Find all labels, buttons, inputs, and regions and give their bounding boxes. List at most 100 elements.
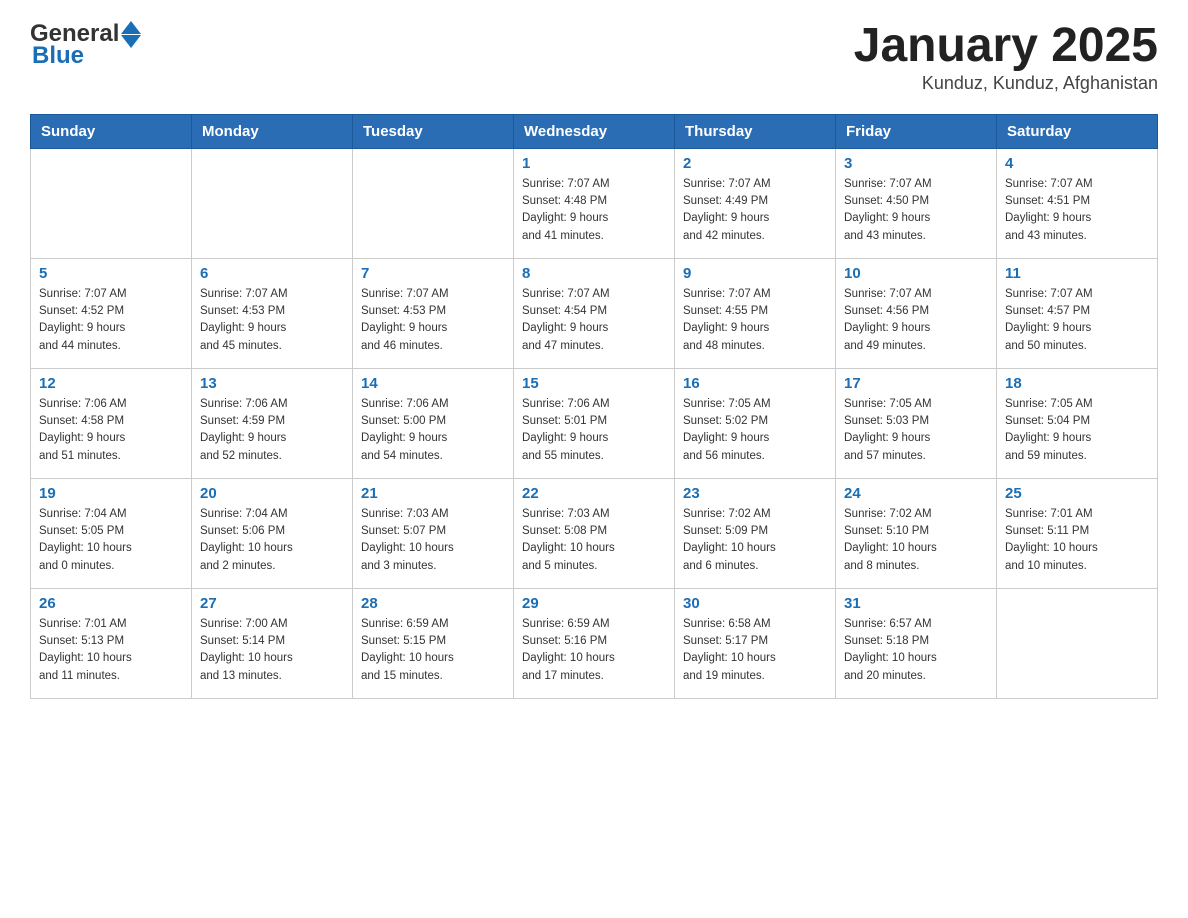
table-row: 3 Sunrise: 7:07 AM Sunset: 4:50 PM Daylig… (836, 148, 997, 258)
cell-date: 18 (1005, 375, 1149, 392)
day-header-monday: Monday (192, 114, 353, 148)
cell-date: 15 (522, 375, 666, 392)
cell-info: Sunrise: 7:07 AM Sunset: 4:49 PM Dayligh… (683, 176, 827, 245)
cell-date: 22 (522, 485, 666, 502)
cell-date: 11 (1005, 265, 1149, 282)
calendar-week-row: 19Sunrise: 7:04 AM Sunset: 5:05 PM Dayli… (31, 478, 1158, 588)
cell-info: Sunrise: 6:58 AM Sunset: 5:17 PM Dayligh… (683, 616, 827, 685)
cell-date: 3 (844, 155, 988, 172)
cell-date: 26 (39, 595, 183, 612)
table-row: 11 Sunrise: 7:07 AM Sunset: 4:57 PM Dayli… (997, 258, 1158, 368)
cell-info: Sunrise: 7:07 AM Sunset: 4:55 PM Dayligh… (683, 286, 827, 355)
cell-info: Sunrise: 7:07 AM Sunset: 4:53 PM Dayligh… (200, 286, 344, 355)
cell-date: 31 (844, 595, 988, 612)
day-header-wednesday: Wednesday (514, 114, 675, 148)
day-header-sunday: Sunday (31, 114, 192, 148)
cell-info: Sunrise: 7:07 AM Sunset: 4:54 PM Dayligh… (522, 286, 666, 355)
cell-date: 20 (200, 485, 344, 502)
cell-date: 6 (200, 265, 344, 282)
cell-info: Sunrise: 6:59 AM Sunset: 5:15 PM Dayligh… (361, 616, 505, 685)
cell-date: 4 (1005, 155, 1149, 172)
table-row: 8Sunrise: 7:07 AM Sunset: 4:54 PM Daylig… (514, 258, 675, 368)
cell-info: Sunrise: 7:07 AM Sunset: 4:57 PM Dayligh… (1005, 286, 1149, 355)
cell-info: Sunrise: 7:01 AM Sunset: 5:11 PM Dayligh… (1005, 506, 1149, 575)
cell-date: 30 (683, 595, 827, 612)
cell-date: 10 (844, 265, 988, 282)
cell-info: Sunrise: 7:07 AM Sunset: 4:53 PM Dayligh… (361, 286, 505, 355)
calendar-week-row: 5 Sunrise: 7:07 AM Sunset: 4:52 PM Daylig… (31, 258, 1158, 368)
cell-info: Sunrise: 7:02 AM Sunset: 5:09 PM Dayligh… (683, 506, 827, 575)
calendar-week-row: 26 Sunrise: 7:01 AM Sunset: 5:13 PM Dayli… (31, 588, 1158, 698)
table-row: 4 Sunrise: 7:07 AM Sunset: 4:51 PM Daylig… (997, 148, 1158, 258)
table-row: 7 Sunrise: 7:07 AM Sunset: 4:53 PM Daylig… (353, 258, 514, 368)
calendar-table: SundayMondayTuesdayWednesdayThursdayFrid… (30, 114, 1158, 699)
cell-date: 7 (361, 265, 505, 282)
table-row: 18 Sunrise: 7:05 AM Sunset: 5:04 PM Dayli… (997, 368, 1158, 478)
table-row: 26 Sunrise: 7:01 AM Sunset: 5:13 PM Dayli… (31, 588, 192, 698)
cell-info: Sunrise: 7:06 AM Sunset: 5:01 PM Dayligh… (522, 396, 666, 465)
table-row: 25 Sunrise: 7:01 AM Sunset: 5:11 PM Dayli… (997, 478, 1158, 588)
cell-info: Sunrise: 6:57 AM Sunset: 5:18 PM Dayligh… (844, 616, 988, 685)
cell-date: 5 (39, 265, 183, 282)
table-row (192, 148, 353, 258)
table-row: 10 Sunrise: 7:07 AM Sunset: 4:56 PM Dayli… (836, 258, 997, 368)
cell-date: 9 (683, 265, 827, 282)
cell-info: Sunrise: 7:07 AM Sunset: 4:50 PM Dayligh… (844, 176, 988, 245)
cell-date: 13 (200, 375, 344, 392)
cell-info: Sunrise: 6:59 AM Sunset: 5:16 PM Dayligh… (522, 616, 666, 685)
cell-info: Sunrise: 7:05 AM Sunset: 5:04 PM Dayligh… (1005, 396, 1149, 465)
table-row: 19Sunrise: 7:04 AM Sunset: 5:05 PM Dayli… (31, 478, 192, 588)
cell-info: Sunrise: 7:01 AM Sunset: 5:13 PM Dayligh… (39, 616, 183, 685)
table-row: 17Sunrise: 7:05 AM Sunset: 5:03 PM Dayli… (836, 368, 997, 478)
table-row: 23 Sunrise: 7:02 AM Sunset: 5:09 PM Dayli… (675, 478, 836, 588)
page-header: General Blue January 2025 Kunduz, Kunduz… (30, 20, 1158, 94)
table-row: 24 Sunrise: 7:02 AM Sunset: 5:10 PM Dayli… (836, 478, 997, 588)
table-row: 31 Sunrise: 6:57 AM Sunset: 5:18 PM Dayli… (836, 588, 997, 698)
cell-info: Sunrise: 7:04 AM Sunset: 5:06 PM Dayligh… (200, 506, 344, 575)
calendar-title: January 2025 (854, 20, 1158, 73)
cell-date: 16 (683, 375, 827, 392)
table-row: 6 Sunrise: 7:07 AM Sunset: 4:53 PM Daylig… (192, 258, 353, 368)
logo: General Blue (30, 20, 143, 70)
calendar-week-row: 12 Sunrise: 7:06 AM Sunset: 4:58 PM Dayli… (31, 368, 1158, 478)
cell-info: Sunrise: 7:02 AM Sunset: 5:10 PM Dayligh… (844, 506, 988, 575)
table-row: 27Sunrise: 7:00 AM Sunset: 5:14 PM Dayli… (192, 588, 353, 698)
table-row: 9 Sunrise: 7:07 AM Sunset: 4:55 PM Daylig… (675, 258, 836, 368)
cell-info: Sunrise: 7:07 AM Sunset: 4:56 PM Dayligh… (844, 286, 988, 355)
table-row: 14 Sunrise: 7:06 AM Sunset: 5:00 PM Dayli… (353, 368, 514, 478)
table-row (31, 148, 192, 258)
cell-info: Sunrise: 7:07 AM Sunset: 4:52 PM Dayligh… (39, 286, 183, 355)
table-row: 29Sunrise: 6:59 AM Sunset: 5:16 PM Dayli… (514, 588, 675, 698)
logo-blue-text: Blue (32, 42, 143, 70)
cell-info: Sunrise: 7:03 AM Sunset: 5:08 PM Dayligh… (522, 506, 666, 575)
cell-info: Sunrise: 7:06 AM Sunset: 5:00 PM Dayligh… (361, 396, 505, 465)
table-row: 28 Sunrise: 6:59 AM Sunset: 5:15 PM Dayli… (353, 588, 514, 698)
cell-info: Sunrise: 7:00 AM Sunset: 5:14 PM Dayligh… (200, 616, 344, 685)
day-header-friday: Friday (836, 114, 997, 148)
table-row (997, 588, 1158, 698)
calendar-week-row: 1Sunrise: 7:07 AM Sunset: 4:48 PM Daylig… (31, 148, 1158, 258)
table-row (353, 148, 514, 258)
day-header-tuesday: Tuesday (353, 114, 514, 148)
cell-info: Sunrise: 7:07 AM Sunset: 4:48 PM Dayligh… (522, 176, 666, 245)
cell-date: 28 (361, 595, 505, 612)
table-row: 2 Sunrise: 7:07 AM Sunset: 4:49 PM Daylig… (675, 148, 836, 258)
cell-date: 24 (844, 485, 988, 502)
table-row: 22 Sunrise: 7:03 AM Sunset: 5:08 PM Dayli… (514, 478, 675, 588)
cell-date: 12 (39, 375, 183, 392)
table-row: 12 Sunrise: 7:06 AM Sunset: 4:58 PM Dayli… (31, 368, 192, 478)
table-row: 15 Sunrise: 7:06 AM Sunset: 5:01 PM Dayli… (514, 368, 675, 478)
cell-date: 23 (683, 485, 827, 502)
table-row: 20 Sunrise: 7:04 AM Sunset: 5:06 PM Dayli… (192, 478, 353, 588)
table-row: 5 Sunrise: 7:07 AM Sunset: 4:52 PM Daylig… (31, 258, 192, 368)
cell-date: 25 (1005, 485, 1149, 502)
cell-info: Sunrise: 7:06 AM Sunset: 4:58 PM Dayligh… (39, 396, 183, 465)
cell-info: Sunrise: 7:03 AM Sunset: 5:07 PM Dayligh… (361, 506, 505, 575)
cell-info: Sunrise: 7:05 AM Sunset: 5:02 PM Dayligh… (683, 396, 827, 465)
cell-info: Sunrise: 7:07 AM Sunset: 4:51 PM Dayligh… (1005, 176, 1149, 245)
table-row: 16 Sunrise: 7:05 AM Sunset: 5:02 PM Dayli… (675, 368, 836, 478)
cell-info: Sunrise: 7:04 AM Sunset: 5:05 PM Dayligh… (39, 506, 183, 575)
cell-date: 2 (683, 155, 827, 172)
cell-date: 17 (844, 375, 988, 392)
cell-date: 14 (361, 375, 505, 392)
